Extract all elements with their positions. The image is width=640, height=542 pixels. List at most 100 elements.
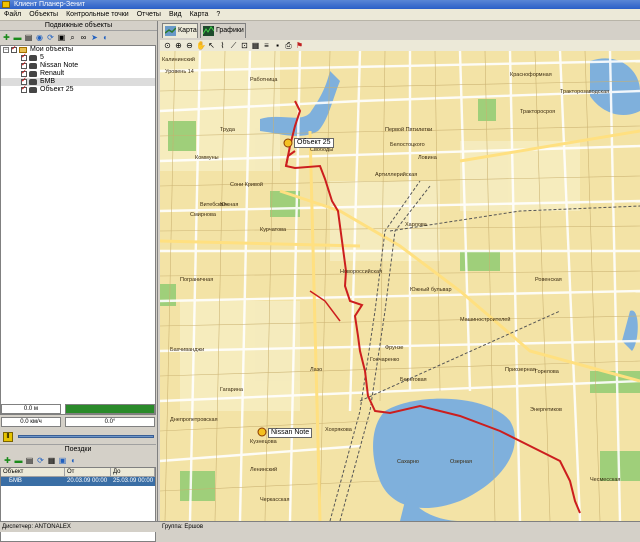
status-bar: Диспетчер: ANTONALEX Группа: Ершов [0, 521, 640, 532]
map-street-label: Энергетиков [530, 407, 562, 413]
zoom-area-icon[interactable]: ⊡ [240, 41, 249, 50]
refresh-icon[interactable]: ⟳ [46, 33, 55, 42]
column-header-from[interactable]: От [65, 468, 111, 477]
map-street-label: Машиностроителей [460, 316, 510, 323]
map-street-label: Смирнова [190, 212, 217, 218]
checkbox[interactable] [21, 85, 27, 93]
trips-toolbar: ✚ ▬ ▤ ⟳ ▦ ▣ ◐ [0, 455, 156, 466]
playback-slider[interactable] [18, 435, 154, 438]
globe-icon[interactable]: ◐ [69, 456, 78, 465]
app-icon [2, 1, 10, 8]
window-title: Клиент Планер-Зенит [14, 1, 86, 8]
pan-icon[interactable]: ✋ [196, 41, 206, 50]
save-icon[interactable]: ▣ [58, 456, 67, 465]
map-locate-icon[interactable]: ◉ [35, 33, 44, 42]
status-dispatcher: Диспетчер: ANTONALEX [2, 524, 71, 530]
cursor-icon[interactable]: ➤ [90, 33, 99, 42]
tab-charts[interactable]: Графики [200, 23, 246, 38]
remove-icon[interactable]: ▬ [14, 456, 23, 465]
left-panel: Подвижные объекты ✚ ▬ ▤ ◉ ⟳ ▣ ⌕ ∞ ➤ ◐ − … [0, 21, 158, 542]
map-street-label: Первой Пятилетки [385, 126, 432, 133]
car-icon [29, 79, 37, 85]
checkbox[interactable] [11, 46, 17, 53]
remove-icon[interactable]: ▬ [13, 33, 22, 42]
table-row[interactable]: БМВ 20.03.09 00:00 25.03.09 00:00 [1, 477, 155, 486]
map-street-label: Калининский [162, 56, 195, 63]
status-group: Группа: Ершов [162, 524, 204, 530]
menu-reports[interactable]: Отчеты [133, 9, 165, 21]
zoom-icon[interactable]: ⌕ [68, 33, 77, 42]
map-toolbar: ⊙ ⊕ ⊖ ✋ ↖ ⌇ ⟋ ⊡ ▦ ≡ ▪ ⎙ ⚑ [160, 40, 640, 51]
distance-readout: 0.0 м [1, 404, 61, 414]
grid-icon[interactable]: ▦ [251, 41, 260, 50]
map-icon [165, 26, 176, 36]
collapse-icon[interactable]: − [3, 47, 9, 53]
map-street-label: Курчатова [260, 227, 287, 233]
vehicle-marker[interactable] [257, 427, 267, 437]
map-view[interactable]: Уровень 14 Калининский Работница Труда К… [160, 51, 640, 521]
list-icon[interactable]: ▤ [24, 33, 33, 42]
panel-title: Подвижные объекты [0, 21, 157, 31]
map-street-label: Сахарно [397, 459, 419, 465]
flag-icon[interactable]: ⚑ [295, 41, 304, 50]
tree-item[interactable]: Объект 25 [1, 85, 155, 94]
status-indicator [65, 404, 155, 414]
menu-checkpoints[interactable]: Контрольные точки [62, 9, 133, 21]
map-street-label: Горелова [535, 369, 560, 375]
tab-charts-label: Графики [216, 27, 244, 34]
vehicle-marker[interactable] [283, 138, 293, 148]
object-label[interactable]: Nissan Note [268, 428, 313, 438]
map-street-label: Фрунзе [385, 345, 404, 351]
add-icon[interactable]: ✚ [3, 456, 12, 465]
objects-toolbar: ✚ ▬ ▤ ◉ ⟳ ▣ ⌕ ∞ ➤ ◐ [0, 31, 157, 43]
add-icon[interactable]: ✚ [2, 33, 11, 42]
save-icon[interactable]: ▪ [273, 41, 282, 50]
tab-bar: Карта Графики [160, 21, 640, 39]
map-street-label: Днепропетровская [170, 417, 218, 423]
map-street-label: Труда [220, 127, 236, 133]
zoom-in-icon[interactable]: ⊕ [174, 41, 183, 50]
menu-map[interactable]: Карта [186, 9, 213, 21]
column-header-to[interactable]: До [111, 468, 155, 477]
info-row-2: 0.0 км/ч 0.0° [0, 417, 156, 428]
menu-objects[interactable]: Объекты [25, 9, 62, 21]
car-icon [29, 55, 37, 61]
layers-icon[interactable]: ≡ [262, 41, 271, 50]
info-row-1: 0.0 м [0, 404, 156, 415]
object-label[interactable]: Объект 25 [294, 138, 334, 148]
pause-icon[interactable]: Ⅱ [3, 432, 13, 442]
ruler-icon[interactable]: ⟋ [229, 41, 238, 50]
cell-object: БМВ [9, 478, 22, 484]
car-icon [29, 63, 37, 69]
map-canvas[interactable]: Уровень 14 Калининский Работница Труда К… [160, 51, 640, 521]
zoom-out-icon[interactable]: ⊖ [185, 41, 194, 50]
map-street-label: Чесмесская [590, 477, 620, 483]
menu-file[interactable]: Файл [0, 9, 25, 21]
map-street-label: Работница [250, 77, 278, 83]
refresh-icon[interactable]: ⟳ [36, 456, 45, 465]
zoom-fit-icon[interactable]: ⊙ [163, 41, 172, 50]
map-street-label: Ловина [418, 155, 438, 161]
map-street-label: Бахчиванджи [170, 347, 204, 353]
tab-map[interactable]: Карта [162, 23, 198, 38]
menu-help[interactable]: ? [212, 9, 224, 21]
column-header-object[interactable]: Объект [1, 468, 65, 477]
print-icon[interactable]: ⎙ [284, 41, 293, 50]
binoculars-icon[interactable]: ∞ [79, 33, 88, 42]
map-street-label: Лазо [310, 367, 322, 373]
globe-icon[interactable]: ◐ [101, 33, 110, 42]
menu-view[interactable]: Вид [165, 9, 186, 21]
map-street-label: Витебская [200, 202, 227, 208]
playback-row: Ⅱ [0, 431, 156, 443]
map-street-label: Тракторозаводская [560, 89, 609, 95]
list-icon[interactable]: ▤ [25, 456, 34, 465]
angle-readout: 0.0° [65, 417, 155, 427]
select-icon[interactable]: ↖ [207, 41, 216, 50]
tree-item-label: 5 [40, 54, 44, 61]
measure-icon[interactable]: ⌇ [218, 41, 227, 50]
grid-icon[interactable]: ▦ [47, 456, 56, 465]
map-street-label: Красноформная [510, 72, 552, 78]
cell-from: 20.03.09 00:00 [67, 478, 108, 484]
camera-icon[interactable]: ▣ [57, 33, 66, 42]
map-street-label: Ленинский [250, 466, 277, 473]
